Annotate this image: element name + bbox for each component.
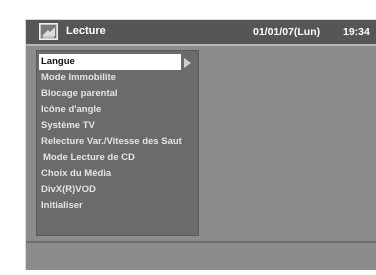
title-bar: Lecture 01/01/07(Lun) 19:34 xyxy=(26,20,376,46)
menu-item-relecture-vitesse[interactable]: Relecture Var./Vitesse des Saut xyxy=(37,134,198,150)
menu-item-divx-vod[interactable]: DivX(R)VOD xyxy=(37,182,198,198)
time-label: 19:34 xyxy=(343,26,370,38)
menu-item-systeme-tv[interactable]: Système TV xyxy=(37,118,198,134)
play-icon xyxy=(39,23,58,40)
menu-item-mode-immobilite[interactable]: Mode Immobilite xyxy=(37,70,198,86)
menu-item-mode-lecture-cd[interactable]: Mode Lecture de CD xyxy=(37,150,198,166)
menu-item-choix-media[interactable]: Choix du Média xyxy=(37,166,198,182)
screen: Lecture 01/01/07(Lun) 19:34 Langue Mode … xyxy=(0,0,376,275)
menu-item-blocage-parental[interactable]: Blocage parental xyxy=(37,86,198,102)
menu-item-langue[interactable]: Langue xyxy=(39,54,181,70)
settings-menu: Langue Mode Immobilite Blocage parental … xyxy=(36,50,199,236)
submenu-arrow-icon xyxy=(184,58,191,68)
setup-panel: Lecture 01/01/07(Lun) 19:34 Langue Mode … xyxy=(25,19,376,270)
menu-item-icone-angle[interactable]: Icône d'angle xyxy=(37,102,198,118)
menu-item-initialiser[interactable]: Initialiser xyxy=(37,198,198,214)
help-bar xyxy=(26,241,376,270)
date-label: 01/01/07(Lun) xyxy=(253,26,321,38)
page-title: Lecture xyxy=(66,25,106,37)
